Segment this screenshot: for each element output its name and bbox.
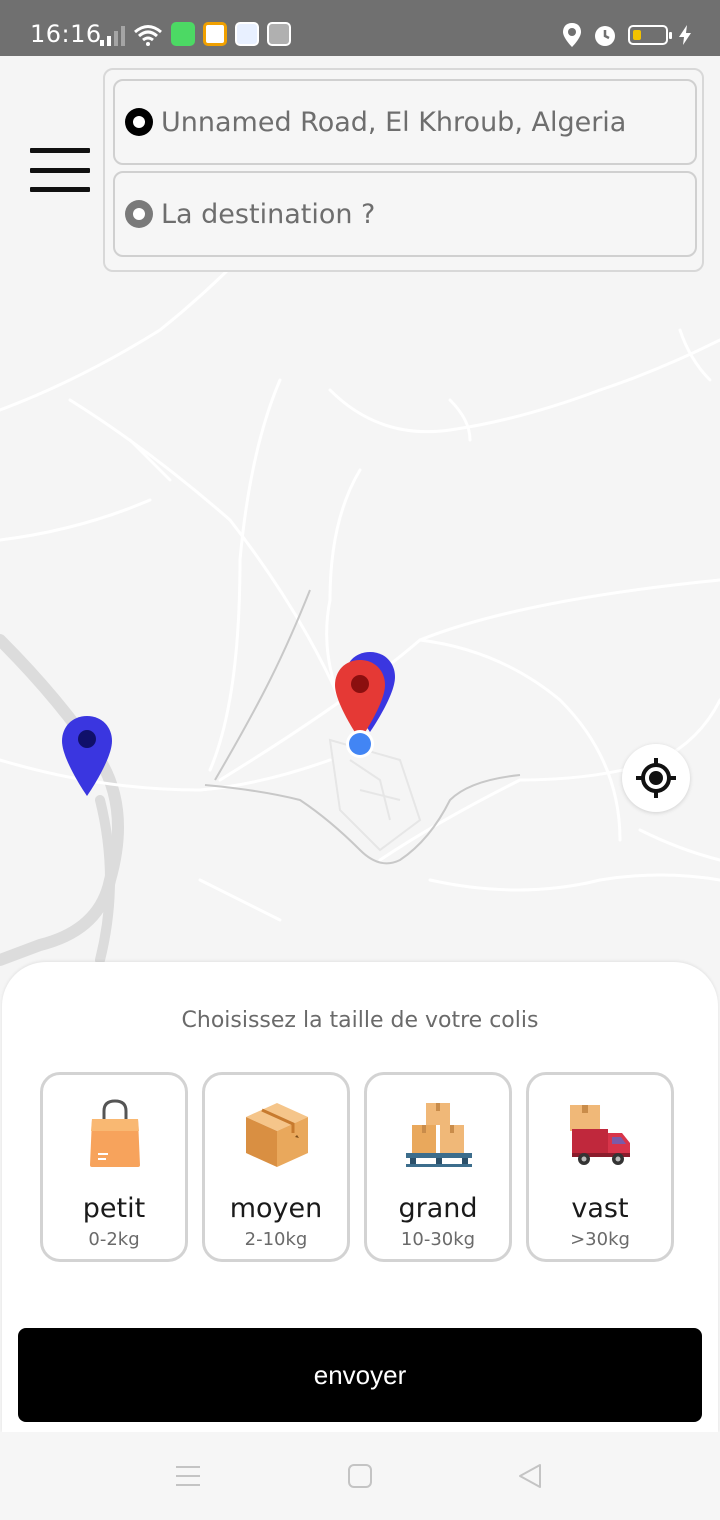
sheet-title: Choisissez la taille de votre colis	[181, 1008, 539, 1033]
size-weight: >30kg	[570, 1229, 630, 1250]
origin-field[interactable]: Unnamed Road, El Khroub, Algeria	[113, 79, 697, 165]
location-icon	[563, 23, 581, 47]
crosshair-icon	[636, 758, 676, 798]
size-weight: 10-30kg	[400, 1229, 476, 1250]
blue-map-marker[interactable]	[60, 714, 114, 798]
box-icon	[246, 1103, 308, 1167]
my-location-button[interactable]	[622, 744, 690, 812]
wifi-icon	[134, 25, 162, 46]
size-name: vast	[571, 1193, 629, 1224]
size-name: moyen	[229, 1193, 323, 1224]
route-search-card: Unnamed Road, El Khroub, Algeria La dest…	[103, 68, 704, 272]
size-option-petit[interactable]: petit 0-2kg	[40, 1072, 188, 1262]
size-weight: 0-2kg	[88, 1229, 140, 1250]
destination-placeholder: La destination ?	[161, 198, 376, 230]
size-name: petit	[82, 1193, 146, 1224]
status-time: 16:16	[30, 20, 102, 48]
status-right-icons	[562, 22, 692, 48]
send-button[interactable]: envoyer	[18, 1328, 702, 1422]
status-left-icons	[100, 22, 291, 46]
origin-value: Unnamed Road, El Khroub, Algeria	[161, 106, 627, 138]
home-icon[interactable]	[346, 1462, 374, 1490]
signal-icon	[100, 24, 125, 46]
pallet-boxes-icon	[406, 1103, 472, 1167]
back-icon[interactable]	[516, 1462, 544, 1490]
size-name: grand	[398, 1193, 478, 1224]
current-location-dot	[346, 730, 374, 758]
status-bar: 16:16	[0, 0, 720, 56]
battery-icon	[628, 25, 672, 45]
recents-menu-icon[interactable]	[174, 1462, 202, 1490]
destination-dot-icon	[125, 200, 153, 228]
layers-app-icon	[267, 22, 291, 46]
parcel-size-sheet: Choisissez la taille de votre colis peti…	[2, 962, 718, 1432]
alarm-icon	[595, 26, 615, 46]
calendar-app-icon	[235, 22, 259, 46]
app-icon	[203, 22, 227, 46]
system-nav-bar	[0, 1432, 720, 1520]
size-weight: 2-10kg	[244, 1229, 308, 1250]
size-option-grand[interactable]: grand 10-30kg	[364, 1072, 512, 1262]
truck-icon	[570, 1105, 630, 1165]
chat-app-icon	[171, 22, 195, 46]
menu-icon[interactable]	[30, 148, 90, 192]
origin-dot-icon	[125, 108, 153, 136]
size-options: petit 0-2kg moyen 2-10kg grand 10-30kg v…	[40, 1072, 674, 1262]
size-option-moyen[interactable]: moyen 2-10kg	[202, 1072, 350, 1262]
size-option-vast[interactable]: vast >30kg	[526, 1072, 674, 1262]
destination-field[interactable]: La destination ?	[113, 171, 697, 257]
charging-icon	[679, 25, 691, 45]
shopping-bag-icon	[90, 1099, 140, 1167]
